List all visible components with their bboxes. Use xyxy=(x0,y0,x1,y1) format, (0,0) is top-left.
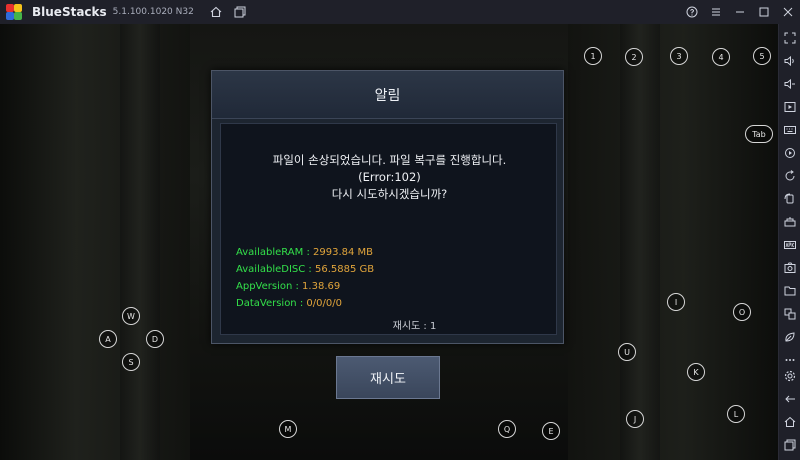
background-pillar xyxy=(120,24,160,460)
system-info: AvailableRAM : 2993.84 MB AvailableDISC … xyxy=(236,244,374,312)
keymap-key-5: 5 xyxy=(753,47,771,65)
keymap-key-k: K xyxy=(687,363,705,381)
right-sidebar xyxy=(778,24,800,460)
apk-icon[interactable] xyxy=(783,238,797,252)
info-row-disc: AvailableDISC : 56.5885 GB xyxy=(236,261,374,278)
info-label: AvailableDISC : xyxy=(236,264,315,275)
error-dialog: 알림 파일이 손상되었습니다. 파일 복구를 진행합니다. (Error:102… xyxy=(211,70,564,344)
recent-apps-icon[interactable] xyxy=(783,438,797,452)
app-version: 5.1.100.1020 N32 xyxy=(112,7,194,17)
info-row-ram: AvailableRAM : 2993.84 MB xyxy=(236,244,374,261)
close-icon[interactable] xyxy=(776,0,800,24)
keyboard-icon[interactable] xyxy=(783,123,797,137)
info-value: 0/0/0/0 xyxy=(306,298,342,309)
keymap-key-o: O xyxy=(733,303,751,321)
info-value: 56.5885 GB xyxy=(314,264,375,275)
volume-down-icon[interactable] xyxy=(783,77,797,91)
dialog-body: 파일이 손상되었습니다. 파일 복구를 진행합니다. (Error:102) 다… xyxy=(220,123,557,335)
keymap-key-w: W xyxy=(122,307,140,325)
retry-button[interactable]: 재시도 xyxy=(336,356,440,399)
sync-icon[interactable] xyxy=(783,169,797,183)
info-row-data-version: DataVersion : 0/0/0/0 xyxy=(236,295,374,312)
macro-icon[interactable] xyxy=(783,146,797,160)
volume-up-icon[interactable] xyxy=(783,54,797,68)
more-icon[interactable] xyxy=(783,353,797,367)
keymap-key-q: Q xyxy=(498,420,516,438)
keymap-key-l: L xyxy=(727,405,745,423)
app-name: BlueStacks xyxy=(32,5,107,19)
keymap-key-2: 2 xyxy=(625,48,643,66)
bluestacks-logo-icon xyxy=(6,4,22,20)
minimize-icon[interactable] xyxy=(728,0,752,24)
keymap-key-i: I xyxy=(667,293,685,311)
fullscreen-icon[interactable] xyxy=(783,31,797,45)
info-row-app-version: AppVersion : 1.38.69 xyxy=(236,278,374,295)
title-bar: BlueStacks 5.1.100.1020 N32 xyxy=(0,0,800,24)
multi-window-icon[interactable] xyxy=(783,307,797,321)
eco-mode-icon[interactable] xyxy=(783,330,797,344)
keymap-key-e: E xyxy=(542,422,560,440)
background-curtain-right xyxy=(568,24,778,460)
maximize-icon[interactable] xyxy=(752,0,776,24)
rotate-icon[interactable] xyxy=(783,192,797,206)
message-line: 다시 시도하시겠습니까? xyxy=(331,187,448,201)
back-icon[interactable] xyxy=(783,392,797,406)
error-code: (Error:102) xyxy=(358,170,421,184)
info-label: AvailableRAM : xyxy=(236,247,314,258)
home-icon[interactable] xyxy=(783,415,797,429)
info-value: 1.38.69 xyxy=(302,281,341,292)
keymap-key-3: 3 xyxy=(670,47,688,65)
info-label: DataVersion : xyxy=(236,298,307,309)
retry-count: 재시도 : 1 xyxy=(392,321,437,332)
keymap-key-d: D xyxy=(146,330,164,348)
dialog-header: 알림 xyxy=(212,71,563,119)
keymap-key-tab: Tab xyxy=(745,125,773,143)
folder-icon[interactable] xyxy=(783,284,797,298)
info-value: 2993.84 MB xyxy=(313,247,374,258)
keymap-key-1: 1 xyxy=(584,47,602,65)
keymap-key-4: 4 xyxy=(712,48,730,66)
keymap-key-u: U xyxy=(618,343,636,361)
screenshot-icon[interactable] xyxy=(783,261,797,275)
keymap-key-j: J xyxy=(626,410,644,428)
info-label: AppVersion : xyxy=(236,281,303,292)
home-icon[interactable] xyxy=(204,0,228,24)
message-line: 파일이 손상되었습니다. 파일 복구를 진행합니다. xyxy=(272,153,507,167)
background-curtain-left xyxy=(0,24,190,460)
help-icon[interactable] xyxy=(680,0,704,24)
multi-instance-icon[interactable] xyxy=(228,0,252,24)
settings-icon[interactable] xyxy=(783,369,797,383)
keymap-key-s: S xyxy=(122,353,140,371)
shake-icon[interactable] xyxy=(783,215,797,229)
keymap-key-a: A xyxy=(99,330,117,348)
media-icon[interactable] xyxy=(783,100,797,114)
keymap-key-m: M xyxy=(279,420,297,438)
menu-icon[interactable] xyxy=(704,0,728,24)
dialog-message: 파일이 손상되었습니다. 파일 복구를 진행합니다. (Error:102) 다… xyxy=(221,152,558,203)
dialog-title: 알림 xyxy=(374,87,401,104)
background-pillar xyxy=(620,24,660,460)
